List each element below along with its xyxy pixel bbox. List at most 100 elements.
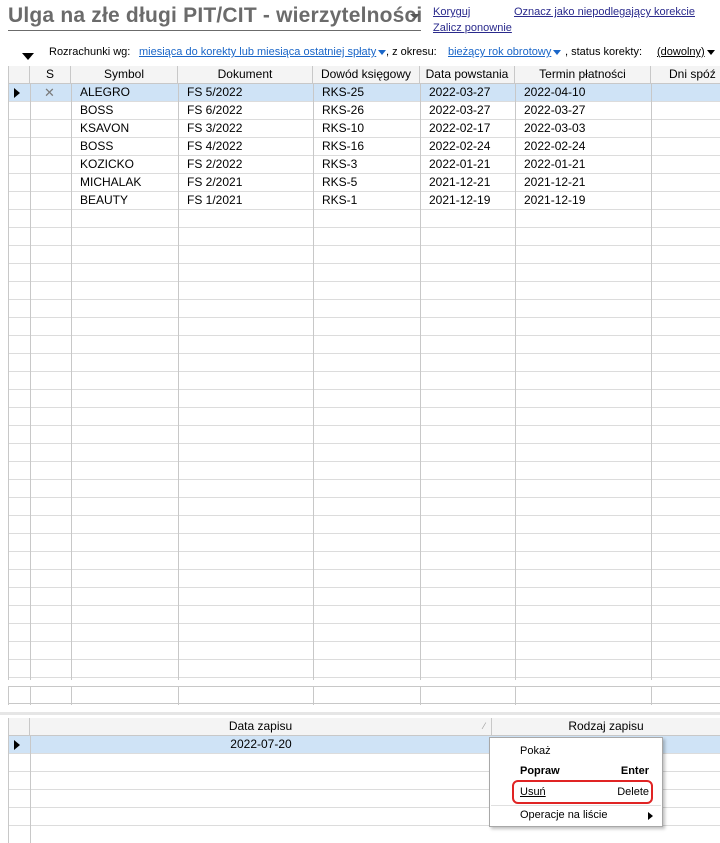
table-row[interactable] [8,444,720,462]
cell-data[interactable]: 2022-03-27 [420,84,515,102]
table-row[interactable]: ✕ ALEGRO FS 5/2022 RKS-25 2022-03-27 2022-04-… [8,84,720,102]
cell-dokument[interactable]: FS 2/2022 [178,156,313,174]
koryguj-link[interactable]: Koryguj [433,6,470,18]
table-row[interactable]: BEAUTY FS 1/2021 RKS-1 2021-12-19 2021-12-19 [8,192,720,210]
panel-splitter[interactable] [0,712,720,715]
table-row[interactable] [8,480,720,498]
column-header-data-zapisu[interactable]: Data zapisu ⁄ [30,718,492,736]
column-header-data-powstania[interactable]: Data powstania [420,66,515,84]
cell-dokument[interactable]: FS 6/2022 [178,102,313,120]
table-row[interactable] [8,228,720,246]
table-row[interactable] [8,516,720,534]
column-header-termin[interactable]: Termin płatności [515,66,651,84]
table-row[interactable] [8,426,720,444]
table-row[interactable] [8,660,720,678]
cell-data[interactable]: 2022-02-24 [420,138,515,156]
table-row[interactable] [8,318,720,336]
cell-data-zapisu[interactable]: 2022-07-20 [30,736,492,754]
rozrachunki-dropdown[interactable]: miesiąca do korekty lub miesiąca ostatni… [139,46,387,58]
table-row[interactable] [8,372,720,390]
cell-data[interactable]: 2021-12-21 [420,174,515,192]
column-header-rodzaj-zapisu[interactable]: Rodzaj zapisu [492,718,720,736]
cell-symbol[interactable]: BOSS [71,102,178,120]
column-header-s[interactable]: S [30,66,71,84]
menu-item-popraw[interactable]: Popraw Enter [491,761,661,781]
cell-termin[interactable]: 2022-03-03 [515,120,651,138]
cell-data[interactable]: 2022-02-17 [420,120,515,138]
column-header-dokument[interactable]: Dokument [178,66,313,84]
table-row[interactable] [8,336,720,354]
cell-dokument[interactable]: FS 5/2022 [178,84,313,102]
cell-dowod[interactable]: RKS-26 [313,102,420,120]
cell-data[interactable]: 2022-01-21 [420,156,515,174]
status-cell[interactable]: ✕ [44,84,55,101]
table-row[interactable]: MICHALAK FS 2/2021 RKS-5 2021-12-21 2021-12-… [8,174,720,192]
title-dropdown-icon[interactable] [410,14,420,19]
table-row[interactable]: BOSS FS 6/2022 RKS-26 2022-03-27 2022-03-27 [8,102,720,120]
table-row[interactable] [8,264,720,282]
cell-dowod[interactable]: RKS-16 [313,138,420,156]
cell-termin[interactable]: 2022-04-10 [515,84,651,102]
menu-item-pokaz[interactable]: Pokaż [491,741,661,761]
cell-dowod[interactable]: RKS-3 [313,156,420,174]
table-row[interactable] [8,552,720,570]
column-header-data-zapisu-label: Data zapisu [228,719,293,733]
status-value[interactable]: (dowolny) [657,46,705,58]
column-header-dowod[interactable]: Dowód księgowy [313,66,420,84]
okres-dropdown[interactable]: bieżący rok obrotowy [448,46,562,58]
okres-value[interactable]: bieżący rok obrotowy [448,46,551,58]
table-row[interactable] [8,606,720,624]
cell-termin[interactable]: 2021-12-19 [515,192,651,210]
column-header-symbol[interactable]: Symbol [71,66,178,84]
cell-dokument[interactable]: FS 4/2022 [178,138,313,156]
table-row[interactable] [8,642,720,660]
table-row[interactable] [8,588,720,606]
cell-dowod[interactable]: RKS-25 [313,84,420,102]
cell-symbol[interactable]: BOSS [71,138,178,156]
chevron-down-icon [706,49,715,55]
cell-dokument[interactable]: FS 3/2022 [178,120,313,138]
cell-symbol[interactable]: KOZICKO [71,156,178,174]
cell-data[interactable]: 2021-12-19 [420,192,515,210]
cell-symbol[interactable]: KSAVON [71,120,178,138]
cell-termin[interactable]: 2022-02-24 [515,138,651,156]
table-row[interactable]: BOSS FS 4/2022 RKS-16 2022-02-24 2022-02-24 [8,138,720,156]
table-row[interactable] [8,354,720,372]
cell-dokument[interactable]: FS 2/2021 [178,174,313,192]
oznacz-link[interactable]: Oznacz jako niepodlegający korekcie [514,6,695,18]
cell-dowod[interactable]: RKS-5 [313,174,420,192]
cell-termin[interactable]: 2022-03-27 [515,102,651,120]
cell-symbol[interactable]: BEAUTY [71,192,178,210]
table-row[interactable] [8,282,720,300]
table-row[interactable] [8,534,720,552]
table-row[interactable] [8,462,720,480]
cell-symbol[interactable]: MICHALAK [71,174,178,192]
cell-dowod[interactable]: RKS-1 [313,192,420,210]
table-row[interactable] [8,210,720,228]
cell-termin[interactable]: 2021-12-21 [515,174,651,192]
table-row[interactable] [8,390,720,408]
table-row[interactable] [8,408,720,426]
table-row[interactable] [8,300,720,318]
table-row[interactable] [8,498,720,516]
highlight-box [512,780,653,804]
zalicz-ponownie-link[interactable]: Zalicz ponownie [433,22,512,34]
sub-table-row[interactable] [8,826,720,843]
rozrachunki-value[interactable]: miesiąca do korekty lub miesiąca ostatni… [139,46,376,58]
okres-label: , z okresu: [386,46,437,58]
cell-termin[interactable]: 2022-01-21 [515,156,651,174]
table-row[interactable]: KSAVON FS 3/2022 RKS-10 2022-02-17 2022-03-0… [8,120,720,138]
menu-item-operacje[interactable]: Operacje na liście [491,805,661,825]
cell-dowod[interactable]: RKS-10 [313,120,420,138]
table-row[interactable]: KOZICKO FS 2/2022 RKS-3 2022-01-21 2022-01-2… [8,156,720,174]
sort-icon: ⁄ [483,721,485,731]
cell-data[interactable]: 2022-03-27 [420,102,515,120]
table-row[interactable] [8,246,720,264]
column-header-dni[interactable]: Dni spóź [651,66,720,84]
cell-symbol[interactable]: ALEGRO [71,84,178,102]
table-row[interactable] [8,570,720,588]
cell-dokument[interactable]: FS 1/2021 [178,192,313,210]
status-dropdown[interactable]: (dowolny) [657,46,715,58]
table-row[interactable] [8,624,720,642]
menu-item-popraw-label: Popraw [520,765,560,777]
